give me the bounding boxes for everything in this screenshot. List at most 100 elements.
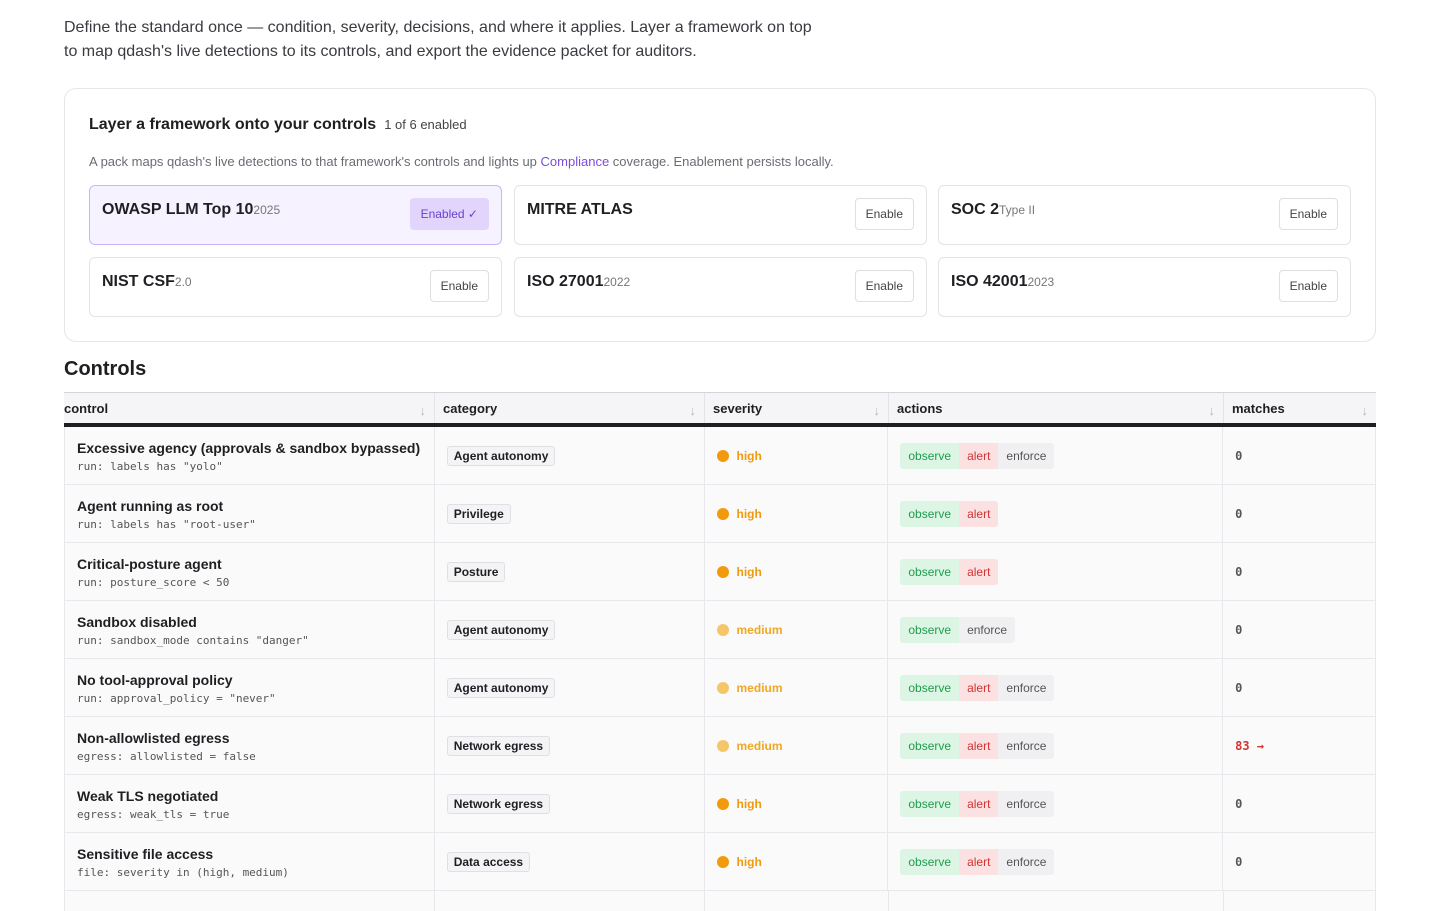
framework-pack: NIST CSF 2.0 Enable — [89, 257, 502, 317]
actions-cell: observe alert — [888, 543, 1224, 600]
severity-label: high — [736, 796, 762, 811]
actions-cell: observe alert enforce — [888, 717, 1224, 774]
pack-title: ISO 27001 — [527, 273, 604, 290]
action-observe[interactable]: observe — [900, 790, 960, 817]
severity-indicator: high — [716, 855, 762, 869]
action-observe[interactable]: observe — [900, 558, 960, 585]
action-enforce[interactable]: enforce — [998, 790, 1055, 817]
actions-cell: observe alert enforce — [888, 833, 1224, 890]
desc-text-before: A pack maps qdash's live detections to t… — [89, 154, 541, 169]
control-rule: file: severity in (high, medium) — [77, 865, 289, 879]
severity-indicator: medium — [716, 623, 783, 637]
severity-cell: medium — [705, 601, 889, 658]
table-row[interactable]: Sandbox disabled run: sandbox_mode contai… — [64, 601, 1376, 659]
column-header-category[interactable]: category ↓ — [435, 393, 705, 423]
control-cell: Non-allowlisted egress egress: allowliste… — [65, 717, 435, 774]
severity-dot-icon — [716, 681, 729, 694]
sort-arrow-icon[interactable]: ↓ — [690, 403, 697, 418]
table-row[interactable]: Sensitive file access file: severity in (… — [64, 833, 1376, 891]
column-header-severity[interactable]: severity ↓ — [705, 393, 889, 423]
action-enforce[interactable]: enforce — [998, 848, 1055, 875]
actions-cell: observe alert enforce — [888, 427, 1224, 484]
matches-cell: 0 — [1223, 775, 1375, 832]
column-header-matches[interactable]: matches ↓ — [1224, 393, 1376, 423]
match-count[interactable]: 83 → — [1235, 739, 1264, 753]
pack-enabled-button[interactable]: Enabled ✓ — [409, 198, 489, 230]
action-alert[interactable]: alert — [959, 500, 999, 527]
sort-arrow-icon[interactable]: ↓ — [420, 403, 427, 418]
table-row[interactable]: Critical-posture agent run: posture_score… — [64, 543, 1376, 601]
severity-cell: high — [705, 833, 889, 890]
sort-arrow-icon[interactable]: ↓ — [1362, 403, 1369, 418]
action-enforce[interactable]: enforce — [998, 732, 1055, 759]
framework-description: A pack maps qdash's live detections to t… — [89, 154, 834, 169]
severity-cell: medium — [705, 717, 889, 774]
action-observe[interactable]: observe — [900, 848, 960, 875]
action-observe[interactable]: observe — [900, 442, 960, 469]
control-name: Non-allowlisted egress — [77, 729, 230, 746]
action-enforce[interactable]: enforce — [998, 442, 1055, 469]
column-label: control — [64, 400, 109, 416]
column-header-actions[interactable]: actions ↓ — [889, 393, 1224, 423]
table-row[interactable]: Excessive agency (approvals & sandbox by… — [64, 427, 1376, 485]
pack-enable-button[interactable]: Enable — [854, 198, 914, 230]
category-badge: Network egress — [446, 793, 551, 814]
severity-label: high — [736, 506, 762, 521]
control-rule: egress: weak_tls = true — [77, 807, 230, 821]
control-name: Weak TLS negotiated — [77, 787, 219, 804]
table-row[interactable]: Non-allowlisted egress egress: allowliste… — [64, 717, 1376, 775]
action-alert[interactable]: alert — [959, 674, 999, 701]
action-enforce[interactable]: enforce — [959, 616, 1016, 643]
column-label: matches — [1232, 400, 1285, 416]
table-row[interactable]: Weak TLS negotiated egress: weak_tls = tr… — [64, 775, 1376, 833]
pack-name: ISO 27001 2022 — [527, 273, 630, 291]
pack-enable-button[interactable]: Enable — [1278, 270, 1338, 302]
category-badge: Agent autonomy — [446, 619, 556, 640]
table-row[interactable]: Agent running as root run: labels has "ro… — [64, 485, 1376, 543]
framework-pack: MITRE ATLAS Enable — [514, 185, 927, 245]
category-badge: Data access — [446, 851, 531, 872]
action-alert[interactable]: alert — [959, 558, 999, 585]
category-badge: Posture — [446, 561, 506, 582]
action-alert[interactable]: alert — [959, 790, 999, 817]
table-row[interactable]: No tool-approval policy run: approval_pol… — [64, 659, 1376, 717]
framework-pack: ISO 27001 2022 Enable — [514, 257, 927, 317]
category-cell: Posture — [435, 543, 705, 600]
control-cell: Critical-posture agent run: posture_score… — [65, 543, 435, 600]
matches-cell: 83 → — [1223, 717, 1375, 774]
action-observe[interactable]: observe — [900, 674, 960, 701]
pack-title: SOC 2 — [951, 201, 1000, 218]
actions-cell: observe alert enforce — [888, 775, 1224, 832]
severity-cell: high — [705, 485, 889, 542]
compliance-link[interactable]: Compliance — [541, 154, 610, 169]
severity-indicator: high — [716, 565, 762, 579]
severity-cell: medium — [705, 659, 889, 716]
category-cell: Network egress — [435, 775, 705, 832]
framework-panel: Layer a framework onto your controls 1 o… — [64, 88, 1376, 342]
action-observe[interactable]: observe — [900, 616, 960, 643]
pack-enable-button[interactable]: Enable — [854, 270, 914, 302]
action-observe[interactable]: observe — [900, 732, 960, 759]
matches-cell: 0 — [1223, 543, 1375, 600]
pack-title: ISO 42001 — [951, 273, 1028, 290]
action-observe[interactable]: observe — [900, 500, 960, 527]
action-enforce[interactable]: enforce — [998, 674, 1055, 701]
severity-dot-icon — [716, 739, 729, 752]
control-rule: egress: allowlisted = false — [77, 749, 256, 763]
action-alert[interactable]: alert — [959, 442, 999, 469]
category-badge: Agent autonomy — [446, 677, 556, 698]
sort-arrow-icon[interactable]: ↓ — [874, 403, 881, 418]
action-toggles: observe alert enforce — [900, 442, 1055, 469]
pack-enable-button[interactable]: Enable — [429, 270, 489, 302]
severity-dot-icon — [716, 449, 729, 462]
action-alert[interactable]: alert — [959, 848, 999, 875]
action-toggles: observe alert — [900, 500, 999, 527]
action-toggles: observe alert enforce — [900, 790, 1055, 817]
column-header-control[interactable]: control ↓ — [64, 393, 435, 423]
action-alert[interactable]: alert — [959, 732, 999, 759]
pack-version: 2022 — [603, 275, 631, 289]
matches-cell: 0 — [1223, 485, 1375, 542]
sort-arrow-icon[interactable]: ↓ — [1209, 403, 1216, 418]
pack-enable-button[interactable]: Enable — [1278, 198, 1338, 230]
controls-table: control ↓ category ↓ severity ↓ actions ↓ matche… — [64, 392, 1376, 911]
